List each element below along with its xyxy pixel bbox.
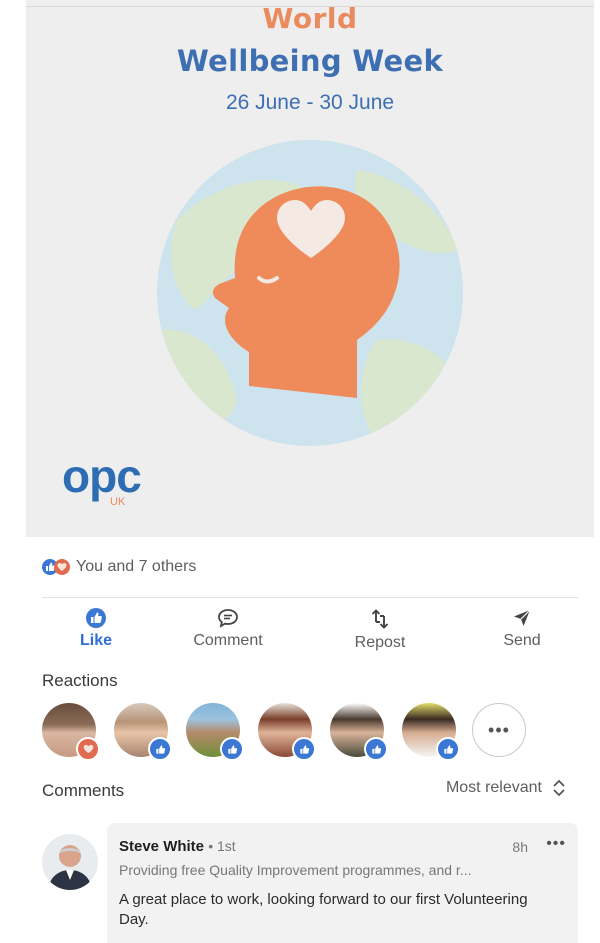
- comment-icon: [218, 609, 238, 628]
- comment-author-row[interactable]: Steve White • 1st: [119, 838, 236, 855]
- send-button[interactable]: Send: [472, 608, 572, 654]
- reactor-avatar[interactable]: [402, 703, 460, 761]
- comment-time: 8h: [512, 839, 528, 855]
- comment-sort-dropdown[interactable]: Most relevant: [446, 779, 566, 797]
- commenter-avatar[interactable]: [42, 834, 98, 890]
- reaction-summary-icons: [42, 559, 70, 575]
- reactor-avatar[interactable]: [186, 703, 244, 761]
- comment-author: Steve White: [119, 838, 205, 855]
- like-badge-icon: [436, 737, 460, 761]
- globe-head-heart-illustration: [157, 140, 463, 446]
- send-icon: [514, 609, 531, 626]
- sort-chevrons-icon: [553, 779, 565, 797]
- love-badge-icon: [76, 737, 100, 761]
- post-action-bar: Like Comment Repost Send: [42, 608, 578, 654]
- post-title-line2: Wellbeing Week: [176, 44, 444, 78]
- more-reactions-button[interactable]: •••: [472, 703, 526, 757]
- repost-icon: [371, 609, 389, 629]
- opc-uk-logo: opc UK: [62, 450, 142, 508]
- comment-button[interactable]: Comment: [178, 608, 278, 654]
- post-title-line1: World: [262, 2, 358, 35]
- like-badge-icon: [220, 737, 244, 761]
- repost-label: Repost: [354, 634, 406, 651]
- reactor-avatar[interactable]: [114, 703, 172, 761]
- heart-icon: [54, 559, 70, 575]
- like-label: Like: [79, 632, 112, 649]
- reaction-summary[interactable]: You and 7 others: [42, 556, 196, 578]
- reactions-heading: Reactions: [42, 671, 118, 690]
- like-badge-icon: [292, 737, 316, 761]
- svg-text:opc: opc: [62, 450, 141, 502]
- like-button[interactable]: Like: [46, 608, 146, 654]
- reactor-avatar[interactable]: [330, 703, 388, 761]
- like-badge-icon: [364, 737, 388, 761]
- send-label: Send: [503, 632, 541, 649]
- like-badge-icon: [148, 737, 172, 761]
- actions-divider: [42, 597, 578, 598]
- reactor-avatar[interactable]: [258, 703, 316, 761]
- post-dates: 26 June - 30 June: [225, 91, 395, 114]
- commenter-photo: [42, 834, 98, 890]
- reaction-summary-text: You and 7 others: [76, 558, 197, 575]
- sort-label: Most relevant: [445, 779, 542, 796]
- comment-more-options-button[interactable]: •••: [546, 835, 566, 853]
- post-image[interactable]: World Wellbeing Week 26 June - 30 June o…: [26, 0, 594, 537]
- connection-degree: • 1st: [208, 838, 236, 854]
- comment-card: Steve White • 1st 8h ••• Providing free …: [107, 823, 578, 943]
- comment-author-headline: Providing free Quality Improvement progr…: [119, 862, 472, 878]
- repost-button[interactable]: Repost: [330, 608, 430, 654]
- comment-text: A great place to work, looking forward t…: [119, 891, 528, 928]
- comment-label: Comment: [193, 632, 263, 649]
- comments-heading: Comments: [42, 781, 125, 800]
- reactor-avatar[interactable]: [42, 703, 100, 761]
- svg-text:UK: UK: [110, 496, 126, 508]
- thumbs-up-icon: [86, 608, 106, 628]
